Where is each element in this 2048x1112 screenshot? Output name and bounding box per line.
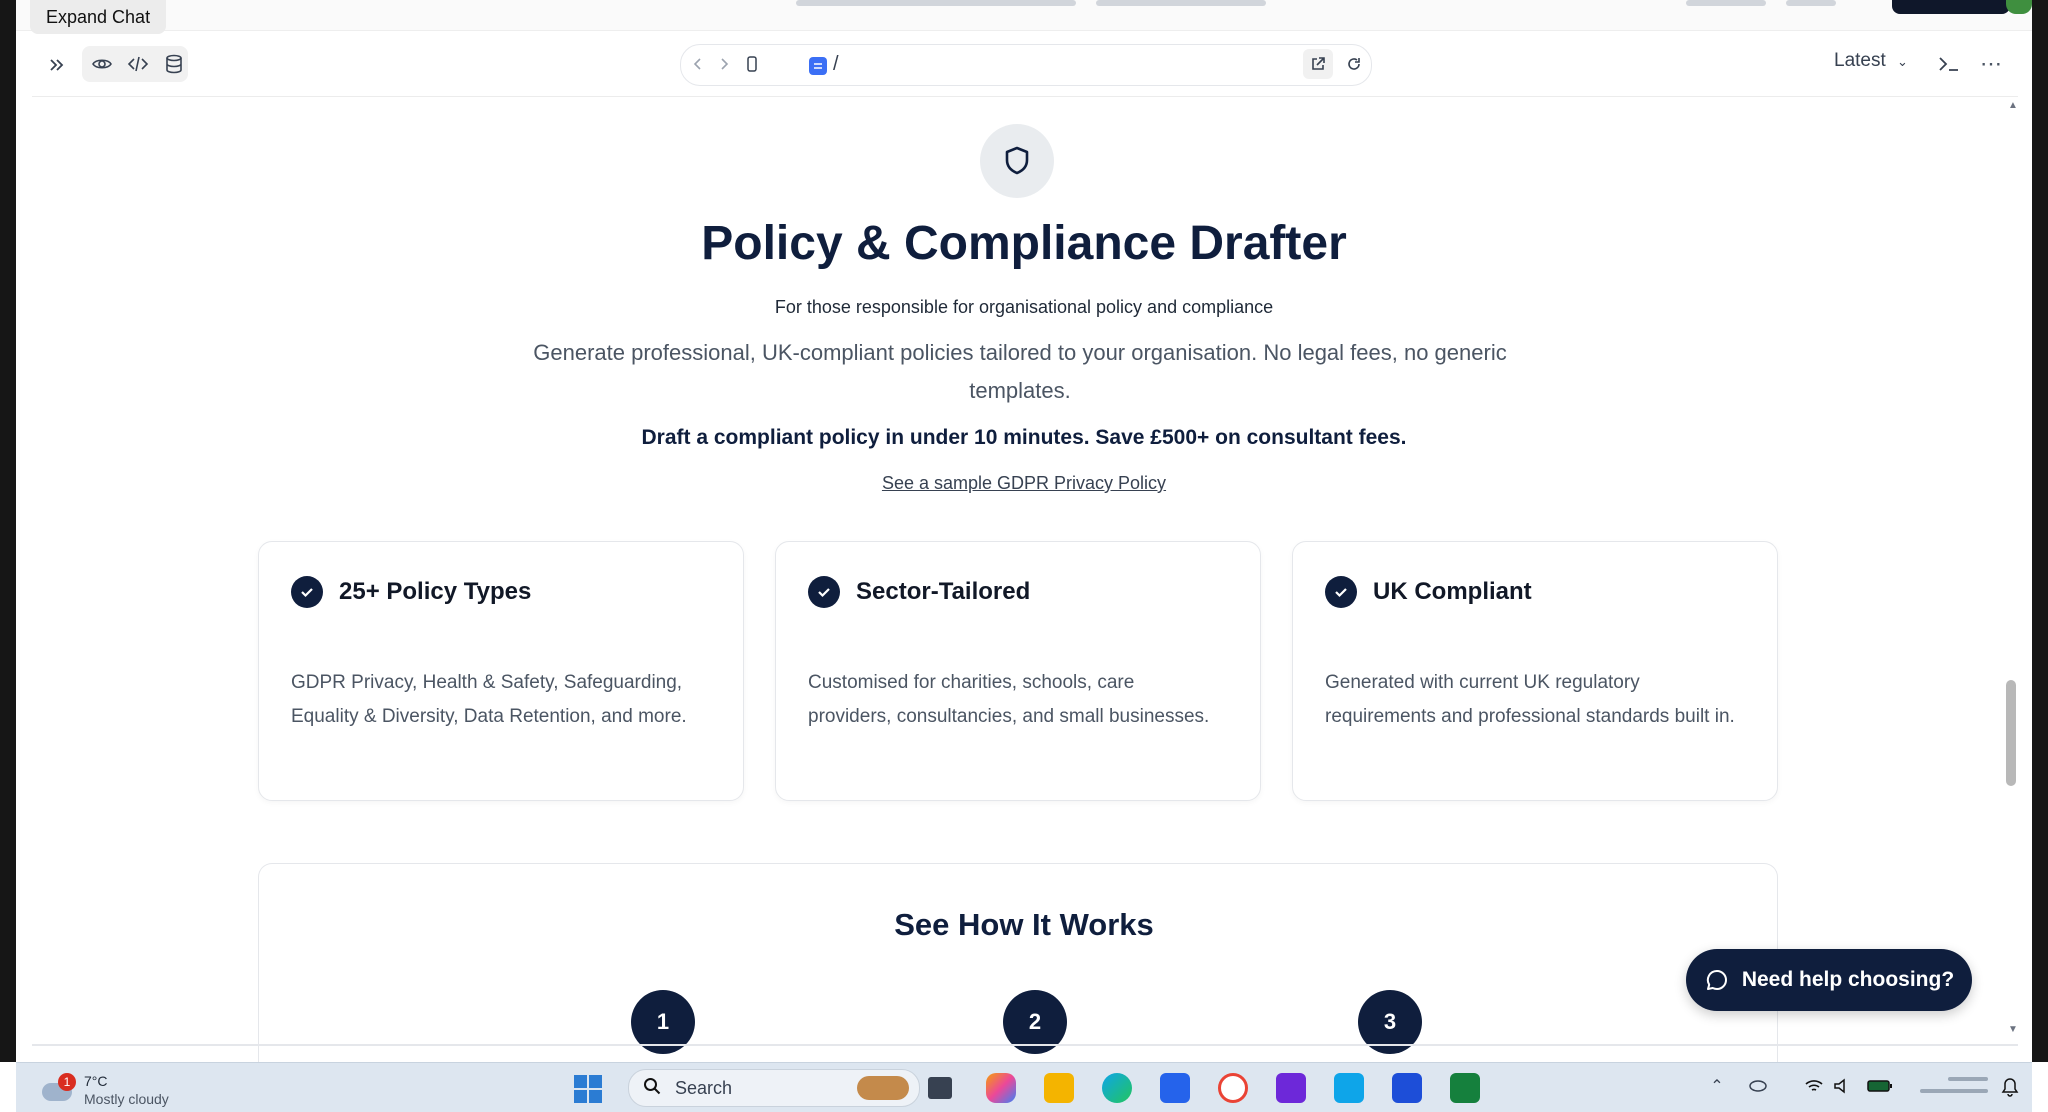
url-path[interactable]: / — [833, 53, 839, 76]
shield-icon — [1005, 146, 1029, 175]
search-highlight-image — [857, 1076, 909, 1100]
more-options-icon[interactable]: ⋯ — [1974, 48, 2008, 80]
check-circle-icon — [291, 576, 323, 608]
refresh-icon[interactable] — [1339, 49, 1369, 79]
edge-browser-icon[interactable] — [1102, 1073, 1132, 1103]
excel-icon[interactable] — [1450, 1073, 1480, 1103]
database-icon[interactable] — [158, 48, 190, 80]
microsoft-store-icon[interactable] — [1160, 1073, 1190, 1103]
google-icon[interactable] — [1218, 1073, 1248, 1103]
top-header-bar — [16, 0, 2032, 31]
version-selector[interactable]: Latest ⌄ — [1834, 50, 1908, 72]
mobile-view-icon[interactable] — [741, 53, 763, 75]
back-icon[interactable] — [687, 53, 709, 75]
notification-bell-icon[interactable] — [1998, 1075, 2022, 1099]
viewport-bottom-border — [32, 1044, 2018, 1046]
avatar[interactable] — [2006, 0, 2032, 14]
feature-body: Generated with current UK regulatory req… — [1325, 672, 1735, 727]
version-label: Latest — [1834, 50, 1886, 71]
feature-body: Customised for charities, schools, care … — [808, 672, 1210, 727]
shield-badge — [980, 124, 1054, 198]
feature-body: GDPR Privacy, Health & Safety, Safeguard… — [291, 672, 687, 727]
forward-icon[interactable] — [713, 53, 735, 75]
expand-chat-tooltip: Expand Chat — [30, 0, 167, 34]
feature-card-uk-compliant: UK Compliant Generated with current UK r… — [1292, 541, 1778, 801]
task-view-icon[interactable] — [928, 1077, 952, 1099]
page-title: Policy & Compliance Drafter — [701, 217, 1347, 270]
expand-chat-icon[interactable] — [42, 48, 72, 82]
feature-card-sector-tailored: Sector-Tailored Customised for charities… — [775, 541, 1261, 801]
feature-title: Sector-Tailored — [856, 578, 1031, 605]
scroll-down-arrow[interactable]: ▼ — [2008, 1024, 2018, 1035]
word-icon[interactable] — [1392, 1073, 1422, 1103]
preview-eye-icon[interactable] — [86, 48, 118, 80]
search-icon — [644, 1078, 661, 1095]
publish-button[interactable] — [1892, 0, 2010, 14]
audience-subtitle: For those responsible for organisational… — [774, 297, 1274, 317]
network-tray-icon[interactable] — [1746, 1075, 1770, 1097]
chat-bubble-icon — [1706, 969, 1727, 990]
hero-description: Generate professional, UK-compliant poli… — [533, 340, 1507, 403]
code-view-icon[interactable] — [122, 48, 154, 80]
tray-chevron-icon[interactable]: ⌃ — [1706, 1075, 1728, 1097]
scroll-up-arrow[interactable]: ▲ — [2008, 100, 2018, 111]
url-bar[interactable]: / — [680, 44, 1372, 86]
sample-policy-link: See a sample GDPR Privacy Policy — [0, 473, 2048, 494]
need-help-button[interactable]: Need help choosing? — [1686, 949, 1972, 1011]
terminal-icon[interactable] — [1932, 48, 1966, 80]
search-label: Search — [675, 1078, 733, 1098]
taskbar-search[interactable]: Search — [628, 1069, 920, 1107]
scrollbar-thumb[interactable] — [2006, 680, 2016, 786]
left-edge — [0, 0, 16, 1062]
clock[interactable] — [1912, 1071, 1988, 1105]
windows-start-icon[interactable] — [574, 1075, 602, 1103]
notification-badge: 1 — [58, 1073, 76, 1091]
photos-icon[interactable] — [1334, 1073, 1364, 1103]
how-it-works-title: See How It Works — [894, 907, 1154, 942]
right-edge — [2032, 0, 2048, 1062]
copilot-icon[interactable] — [986, 1073, 1016, 1103]
page-icon — [809, 57, 827, 75]
sample-policy-link-text[interactable]: See a sample GDPR Privacy Policy — [882, 473, 1166, 493]
weather-temp: 7°C — [84, 1073, 108, 1089]
value-proposition: Draft a compliant policy in under 10 min… — [641, 426, 1407, 449]
clock-date-line — [1920, 1089, 1988, 1093]
yahoo-icon[interactable] — [1276, 1073, 1306, 1103]
volume-icon[interactable] — [1830, 1075, 1854, 1097]
feature-card-policy-types: 25+ Policy Types GDPR Privacy, Health & … — [258, 541, 744, 801]
check-circle-icon — [1325, 576, 1357, 608]
chevron-down-icon: ⌄ — [1897, 54, 1908, 69]
windows-taskbar: 1 7°C Mostly cloudy Search ⌃ — [16, 1062, 2032, 1112]
feature-title: UK Compliant — [1373, 578, 1532, 605]
weather-condition: Mostly cloudy — [84, 1091, 169, 1107]
wifi-icon[interactable] — [1802, 1075, 1826, 1097]
clock-time-line — [1948, 1077, 1988, 1081]
need-help-label: Need help choosing? — [1741, 968, 1955, 991]
preview-toolbar: / Latest ⌄ ⋯ — [32, 34, 2018, 97]
check-circle-icon — [808, 576, 840, 608]
feature-title: 25+ Policy Types — [339, 578, 532, 605]
weather-widget[interactable]: 1 7°C Mostly cloudy — [38, 1069, 218, 1109]
file-explorer-icon[interactable] — [1044, 1073, 1074, 1103]
battery-icon[interactable] — [1866, 1077, 1894, 1095]
open-new-tab-icon[interactable] — [1303, 49, 1333, 79]
